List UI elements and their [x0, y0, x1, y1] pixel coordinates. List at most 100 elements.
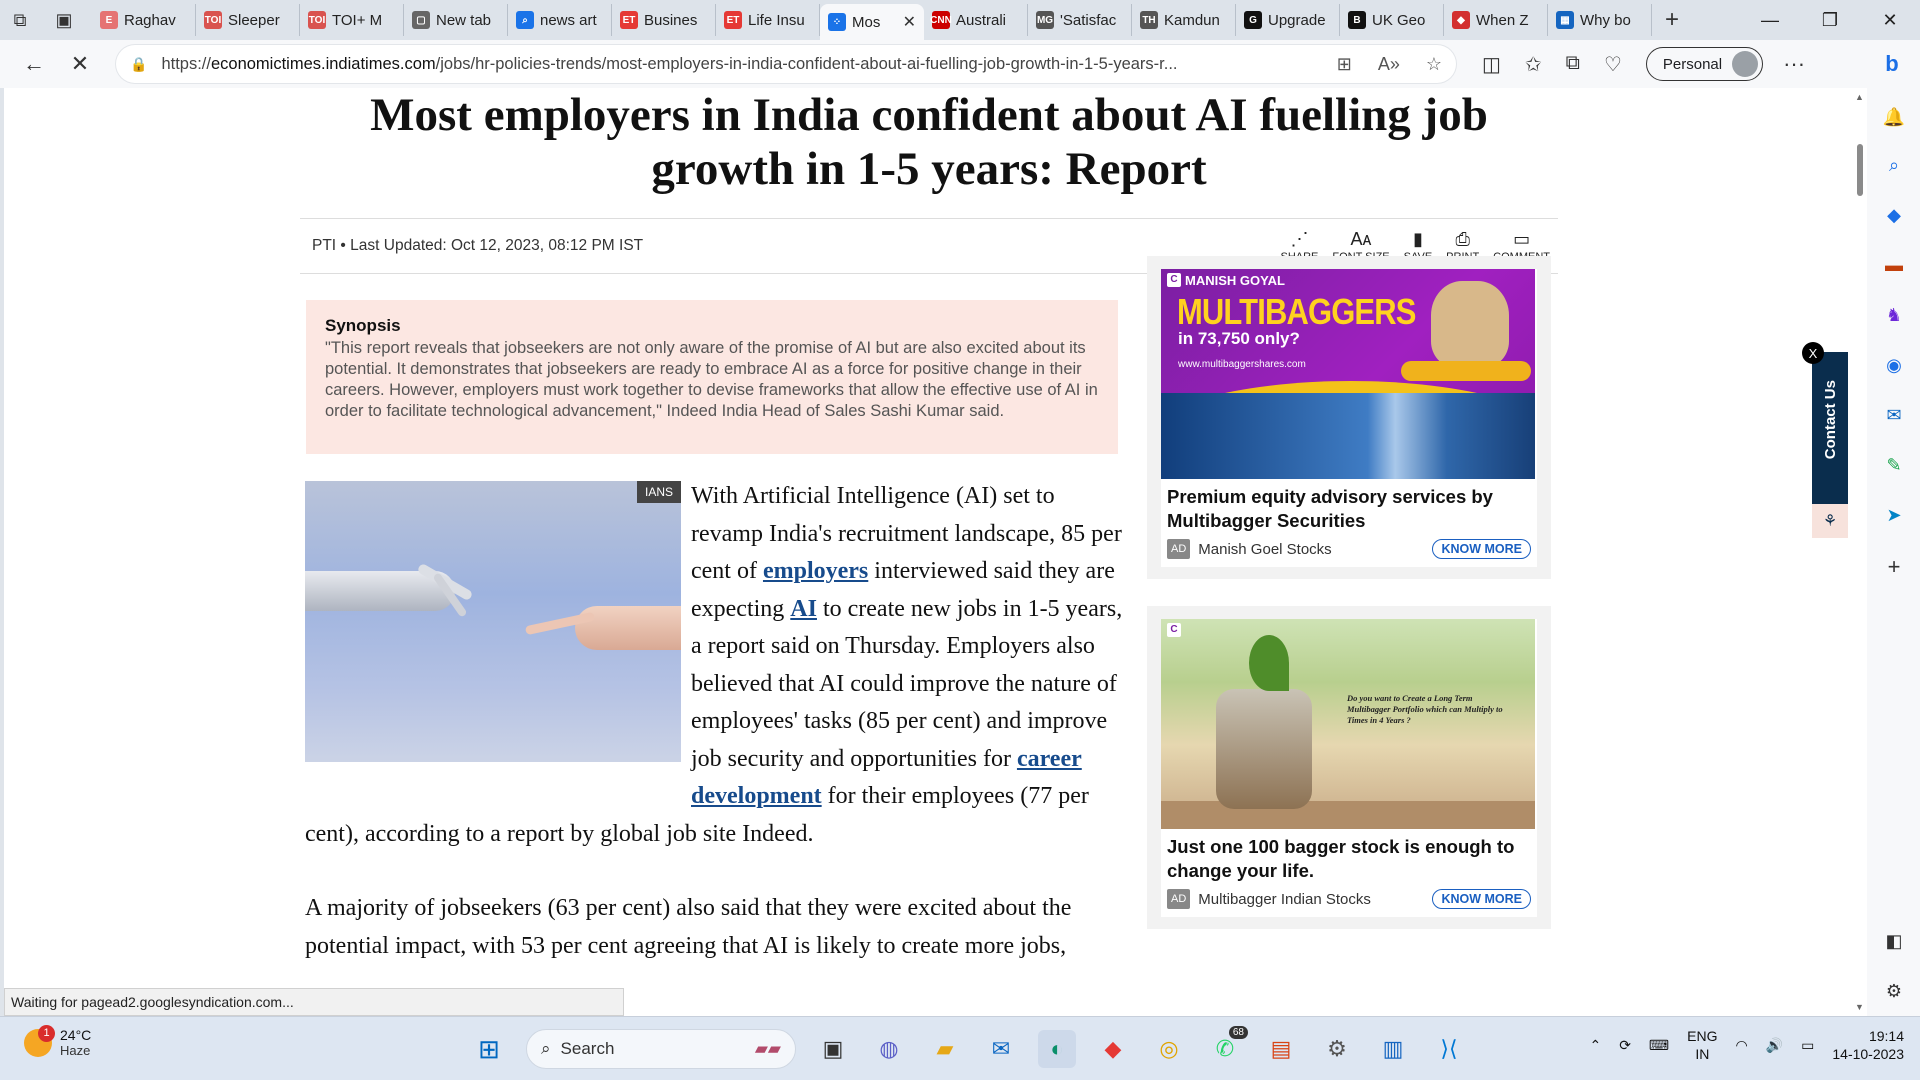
- mail-icon[interactable]: ✉: [982, 1030, 1020, 1068]
- browser-tab[interactable]: MG 'Satisfac: [1028, 4, 1132, 36]
- language-indicator[interactable]: ENG IN: [1687, 1027, 1717, 1063]
- close-window-button[interactable]: ✕: [1860, 0, 1920, 40]
- battery-icon[interactable]: ▭: [1801, 1037, 1814, 1054]
- app-available-icon[interactable]: ⊞: [1337, 54, 1352, 75]
- sidebar-ad[interactable]: C MANISH GOYAL MULTIBAGGERS in 73,750 on…: [1147, 256, 1551, 579]
- send-icon[interactable]: ➤: [1881, 502, 1907, 528]
- start-windows-icon[interactable]: ⊞: [470, 1030, 508, 1068]
- browser-tab[interactable]: ▦ Why bo: [1548, 4, 1652, 36]
- keyboard-icon[interactable]: ⌨: [1649, 1037, 1669, 1054]
- favorite-star-icon[interactable]: ☆: [1426, 54, 1442, 75]
- add-sidebar-app-icon[interactable]: +: [1881, 554, 1907, 580]
- tab-label: Raghav: [124, 11, 176, 29]
- file-explorer-icon[interactable]: ▰: [926, 1030, 964, 1068]
- sidebar-settings-icon[interactable]: ⚙: [1881, 978, 1907, 1004]
- sidebar-ad[interactable]: C Do you want to Create a Long Term Mult…: [1147, 606, 1551, 929]
- notepad-icon[interactable]: ▥: [1374, 1030, 1412, 1068]
- favorites-icon[interactable]: ✩: [1525, 52, 1542, 77]
- teams-chat-icon[interactable]: ◍: [870, 1030, 908, 1068]
- ad-image[interactable]: C Do you want to Create a Long Term Mult…: [1161, 619, 1535, 829]
- office-app-icon[interactable]: ◆: [1094, 1030, 1132, 1068]
- settings-gear-icon[interactable]: ⚙: [1318, 1030, 1356, 1068]
- designer-icon[interactable]: ✎: [1881, 452, 1907, 478]
- link-employers[interactable]: employers: [763, 558, 868, 584]
- lock-icon[interactable]: 🔒: [130, 56, 147, 73]
- ad-title[interactable]: Premium equity advisory services by Mult…: [1161, 485, 1537, 533]
- scroll-down-icon[interactable]: ▼: [1855, 1002, 1864, 1012]
- games-icon[interactable]: ♞: [1881, 302, 1907, 328]
- link-ai[interactable]: AI: [790, 596, 817, 622]
- browser-tab[interactable]: B UK Geo: [1340, 4, 1444, 36]
- ad-choices-icon[interactable]: C: [1167, 623, 1181, 637]
- know-more-button[interactable]: KNOW MORE: [1432, 889, 1531, 909]
- search-highlight-icon: ▰▰: [754, 1039, 781, 1058]
- page-scrollbar[interactable]: ▲ ▼: [1853, 88, 1867, 1016]
- settings-more-icon[interactable]: ···: [1783, 51, 1805, 77]
- minimize-button[interactable]: —: [1740, 0, 1800, 40]
- wifi-icon[interactable]: ◠: [1735, 1037, 1747, 1054]
- browser-tab[interactable]: ▢ New tab: [404, 4, 508, 36]
- tab-favicon-icon: ET: [724, 11, 742, 29]
- chrome-icon[interactable]: ◎: [1150, 1030, 1188, 1068]
- browser-tab[interactable]: ET Busines: [612, 4, 716, 36]
- tab-actions-icon[interactable]: ▣: [44, 0, 84, 40]
- clock[interactable]: 19:14 14-10-2023: [1832, 1027, 1904, 1063]
- browser-tab[interactable]: E Raghav: [92, 4, 196, 36]
- ad-title[interactable]: Just one 100 bagger stock is enough to c…: [1161, 835, 1537, 883]
- browser-tab[interactable]: TH Kamdun: [1132, 4, 1236, 36]
- pdf-reader-icon[interactable]: ▤: [1262, 1030, 1300, 1068]
- sync-icon[interactable]: ⟳: [1619, 1037, 1631, 1054]
- edge-browser-icon[interactable]: ◐: [1038, 1030, 1076, 1068]
- volume-icon[interactable]: 🔊: [1766, 1037, 1783, 1054]
- weather-desc: Haze: [60, 1043, 91, 1058]
- browser-tab[interactable]: TOI Sleeper: [196, 4, 300, 36]
- collections-icon[interactable]: ⧉: [1566, 52, 1580, 77]
- stop-loading-button[interactable]: ✕: [58, 42, 102, 86]
- ad-advertiser: Manish Goel Stocks: [1198, 540, 1332, 558]
- tab-label: When Z: [1476, 11, 1529, 29]
- tab-favicon-icon: ⌕: [516, 11, 534, 29]
- address-bar[interactable]: 🔒 https://economictimes.indiatimes.com/j…: [116, 45, 1456, 83]
- read-aloud-icon[interactable]: A»: [1378, 54, 1400, 75]
- search-icon[interactable]: ⌕: [1881, 152, 1907, 178]
- weather-sun-icon: 1: [24, 1024, 55, 1057]
- browser-tab[interactable]: CNN Australi: [924, 4, 1028, 36]
- back-button[interactable]: ←: [12, 42, 56, 86]
- know-more-button[interactable]: KNOW MORE: [1432, 539, 1531, 559]
- split-screen-icon[interactable]: ◫: [1482, 52, 1501, 77]
- vscode-icon[interactable]: ⟩⟨: [1430, 1030, 1468, 1068]
- close-tab-icon[interactable]: ✕: [903, 12, 916, 32]
- contact-us-tab[interactable]: Contact Us ⚘: [1812, 352, 1848, 538]
- scroll-up-icon[interactable]: ▲: [1855, 92, 1864, 102]
- weather-widget[interactable]: 1 24°C Haze: [24, 1024, 91, 1058]
- profile-button[interactable]: Personal: [1645, 47, 1764, 81]
- scrollbar-thumb[interactable]: [1857, 144, 1863, 196]
- maximize-button[interactable]: ❐: [1800, 0, 1860, 40]
- browser-essentials-icon[interactable]: ♡: [1604, 52, 1622, 77]
- url-text[interactable]: https://economictimes.indiatimes.com/job…: [161, 55, 1322, 74]
- close-contact-button[interactable]: X: [1802, 342, 1824, 364]
- new-tab-button[interactable]: +: [1652, 0, 1692, 40]
- shopping-tag-icon[interactable]: ◆: [1881, 202, 1907, 228]
- browser-tab[interactable]: ET Life Insu: [716, 4, 820, 36]
- taskbar-search[interactable]: ⌕ Search ▰▰: [526, 1029, 796, 1069]
- tab-label: Kamdun: [1164, 11, 1220, 29]
- browser-tab[interactable]: G Upgrade: [1236, 4, 1340, 36]
- notification-bell-icon[interactable]: 🔔: [1881, 104, 1907, 130]
- copilot-icon[interactable]: b: [1874, 46, 1910, 82]
- browser-tab[interactable]: ⌕ news art: [508, 4, 612, 36]
- article-paragraph: A majority of jobseekers (63 per cent) a…: [305, 895, 1072, 959]
- browser-tab[interactable]: ◆ When Z: [1444, 4, 1548, 36]
- tools-briefcase-icon[interactable]: ▬: [1881, 252, 1907, 278]
- office-icon[interactable]: ◉: [1881, 352, 1907, 378]
- ad-choices-icon[interactable]: C: [1167, 273, 1181, 287]
- workspaces-icon[interactable]: ⧉: [0, 0, 40, 40]
- browser-tab[interactable]: ⁘ Mos ✕: [820, 4, 924, 40]
- task-view-icon[interactable]: ▣: [814, 1030, 852, 1068]
- whatsapp-icon[interactable]: ✆ 68: [1206, 1026, 1248, 1068]
- ad-image[interactable]: C MANISH GOYAL MULTIBAGGERS in 73,750 on…: [1161, 269, 1535, 479]
- hide-sidebar-icon[interactable]: ◧: [1881, 928, 1907, 954]
- browser-tab[interactable]: TOI TOI+ M: [300, 4, 404, 36]
- show-hidden-icons-icon[interactable]: ⌃: [1589, 1037, 1601, 1054]
- outlook-icon[interactable]: ✉: [1881, 402, 1907, 428]
